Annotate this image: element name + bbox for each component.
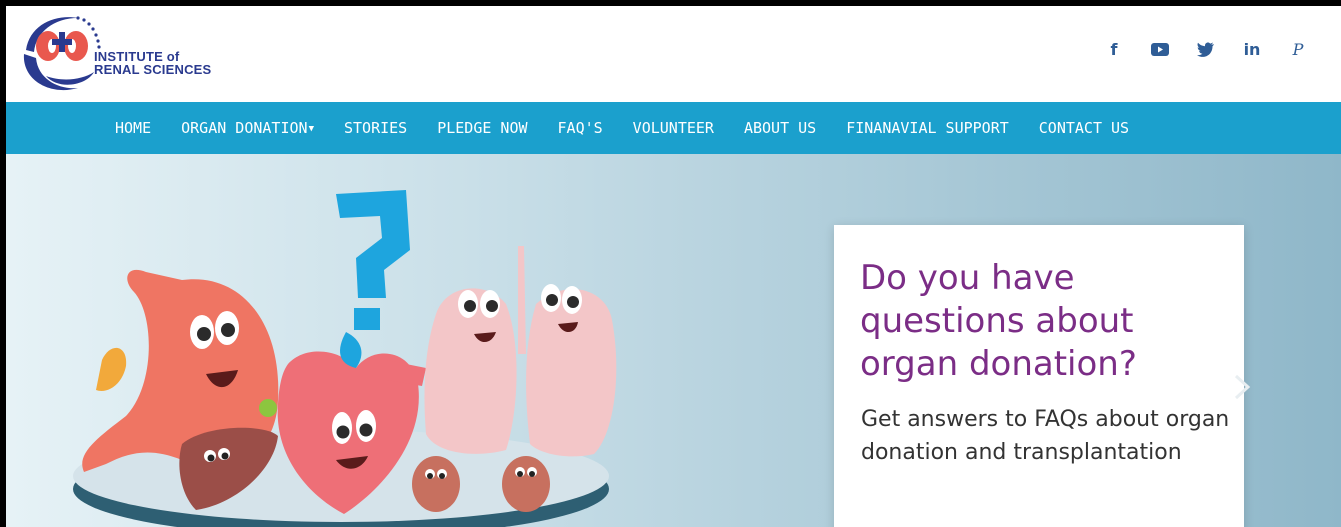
chevron-right-icon: [1234, 374, 1251, 400]
hero-heading: Do you have questions about organ donati…: [860, 258, 1137, 384]
nav-label: ABOUT US: [743, 119, 817, 137]
hero-subtext: Get answers to FAQs about organ donation…: [861, 407, 1230, 465]
main-nav: HOME ORGAN DONATION▼ STORIES PLEDGE NOW …: [6, 102, 1341, 154]
nav-item-volunteer[interactable]: VOLUNTEER: [618, 119, 729, 137]
hero-slider: Do you have questions about organ donati…: [6, 154, 1341, 527]
nav-label: STORIES: [343, 119, 408, 137]
social-links: f in P: [1091, 36, 1321, 62]
logo-text: INSTITUTE of RENAL SCIENCES: [94, 50, 211, 76]
twitter-icon[interactable]: [1183, 36, 1229, 62]
nav-label: ORGAN DONATION: [181, 119, 308, 137]
slider-next-button[interactable]: [1230, 372, 1254, 402]
linkedin-icon[interactable]: in: [1229, 36, 1275, 62]
nav-label: PLEDGE NOW: [437, 119, 528, 137]
nav-item-stories[interactable]: STORIES: [329, 119, 422, 137]
caret-down-icon: ▼: [308, 123, 314, 134]
page: INSTITUTE of RENAL SCIENCES f in P HOME …: [6, 6, 1341, 527]
site-logo[interactable]: INSTITUTE of RENAL SCIENCES: [16, 10, 216, 96]
site-header: INSTITUTE of RENAL SCIENCES f in P: [6, 6, 1341, 102]
nav-item-pledge-now[interactable]: PLEDGE NOW: [422, 119, 542, 137]
nav-label: VOLUNTEER: [632, 119, 714, 137]
nav-item-financial-support[interactable]: FINANAVIAL SUPPORT: [831, 119, 1024, 137]
nav-item-faqs[interactable]: FAQ'S: [543, 119, 618, 137]
nav-item-home[interactable]: HOME: [100, 119, 166, 137]
logo-line-2: RENAL SCIENCES: [94, 62, 212, 77]
youtube-icon[interactable]: [1137, 36, 1183, 62]
pinterest-icon[interactable]: P: [1275, 36, 1321, 62]
nav-item-about-us[interactable]: ABOUT US: [729, 119, 831, 137]
faq-promo-card[interactable]: Do you have questions about organ donati…: [834, 225, 1244, 527]
nav-label: HOME: [115, 119, 152, 137]
nav-label: FAQ'S: [557, 119, 603, 137]
facebook-icon[interactable]: f: [1091, 36, 1137, 62]
nav-item-organ-donation[interactable]: ORGAN DONATION▼: [166, 119, 329, 137]
organ-characters-illustration: [73, 190, 617, 527]
nav-label: FINANAVIAL SUPPORT: [846, 119, 1009, 137]
nav-item-contact-us[interactable]: CONTACT US: [1024, 119, 1144, 137]
nav-label: CONTACT US: [1038, 119, 1130, 137]
